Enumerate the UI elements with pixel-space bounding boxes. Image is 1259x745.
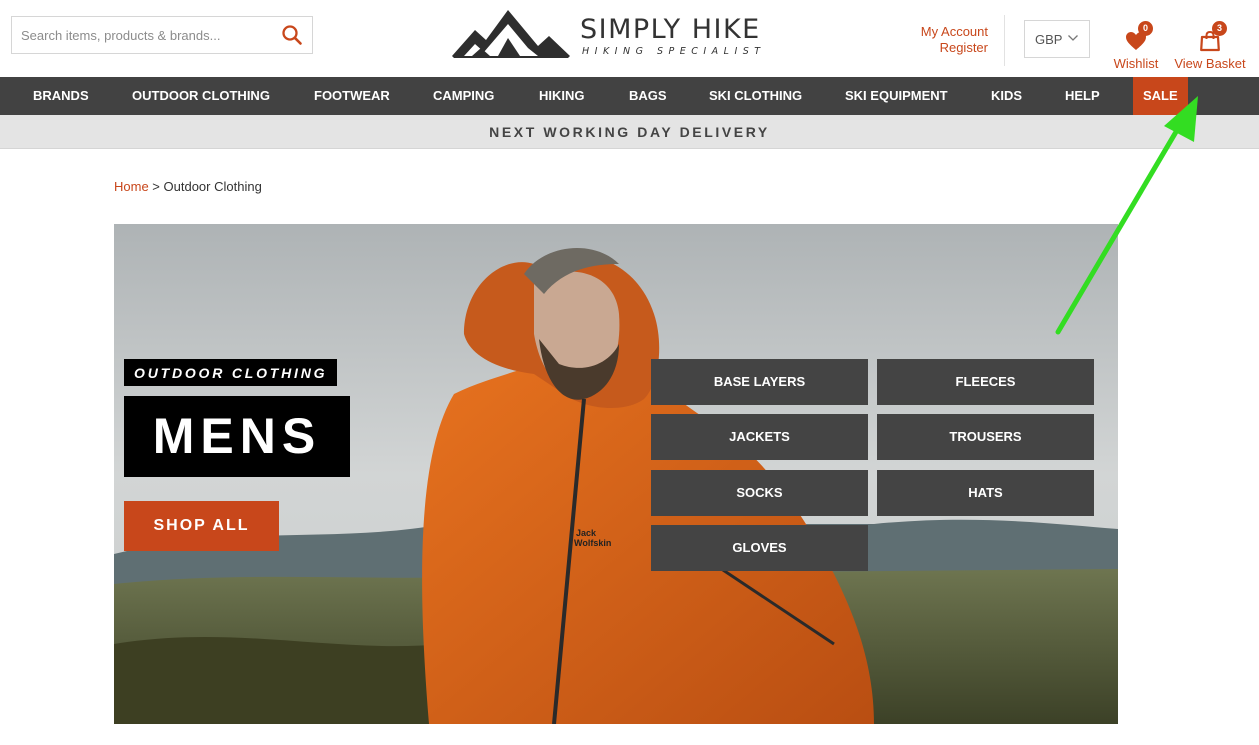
category-trousers-button[interactable]: TROUSERS	[877, 414, 1094, 460]
category-base-layers-button[interactable]: BASE LAYERS	[651, 359, 868, 405]
category-fleeces-button[interactable]: FLEECES	[877, 359, 1094, 405]
wishlist-count-badge: 0	[1138, 21, 1153, 36]
hero-tag: OUTDOOR CLOTHING	[124, 359, 338, 386]
shop-all-button[interactable]: SHOP ALL	[124, 501, 279, 551]
currency-select[interactable]: GBP	[1024, 20, 1090, 58]
category-gloves-button[interactable]: GLOVES	[651, 525, 868, 571]
category-jackets-button[interactable]: JACKETS	[651, 414, 868, 460]
search-box	[11, 16, 313, 54]
nav-item-outdoor-clothing[interactable]: OUTDOOR CLOTHING	[132, 77, 270, 115]
nav-item-camping[interactable]: CAMPING	[433, 77, 494, 115]
wishlist-button[interactable]: 0 Wishlist	[1109, 21, 1163, 71]
search-icon[interactable]	[280, 23, 304, 47]
logo-name: SIMPLY HIKE	[580, 14, 761, 45]
basket-count-badge: 3	[1212, 21, 1227, 36]
nav-item-bags[interactable]: BAGS	[629, 77, 667, 115]
register-link[interactable]: Register	[921, 40, 988, 56]
mountain-logo-icon	[452, 10, 570, 58]
nav-item-kids[interactable]: KIDS	[991, 77, 1022, 115]
nav-item-footwear[interactable]: FOOTWEAR	[314, 77, 390, 115]
view-basket-button[interactable]: 3 View Basket	[1170, 21, 1250, 71]
breadcrumb: Home > Outdoor Clothing	[114, 179, 262, 194]
hero-banner[interactable]: Jack Wolfskin OUTDOOR CLOTHING MENS SHOP…	[114, 224, 1118, 724]
account-links: My Account Register	[921, 24, 988, 56]
currency-value: GBP	[1035, 32, 1063, 47]
jacket-brand-line1: Jack	[576, 528, 597, 538]
site-logo[interactable]: SIMPLY HIKE HIKING SPECIALIST	[450, 8, 785, 60]
breadcrumb-current: Outdoor Clothing	[163, 179, 262, 194]
breadcrumb-home-link[interactable]: Home	[114, 179, 149, 194]
search-input[interactable]	[12, 17, 277, 53]
nav-item-hiking[interactable]: HIKING	[539, 77, 585, 115]
nav-item-ski-clothing[interactable]: SKI CLOTHING	[709, 77, 802, 115]
chevron-down-icon	[1068, 35, 1078, 41]
breadcrumb-separator: >	[148, 179, 164, 194]
logo-tagline: HIKING SPECIALIST	[582, 46, 766, 57]
category-socks-button[interactable]: SOCKS	[651, 470, 868, 516]
my-account-link[interactable]: My Account	[921, 24, 988, 40]
wishlist-label: Wishlist	[1113, 56, 1159, 71]
hero-title: MENS	[124, 396, 350, 477]
nav-item-ski-equipment[interactable]: SKI EQUIPMENT	[845, 77, 948, 115]
category-hats-button[interactable]: HATS	[877, 470, 1094, 516]
header-divider	[1004, 15, 1005, 66]
annotation-arrow-icon	[1055, 96, 1198, 335]
nav-item-brands[interactable]: BRANDS	[33, 77, 89, 115]
site-header: SIMPLY HIKE HIKING SPECIALIST My Account…	[0, 0, 1259, 77]
basket-label: View Basket	[1174, 56, 1246, 71]
jacket-brand-line2: Wolfskin	[574, 538, 611, 548]
